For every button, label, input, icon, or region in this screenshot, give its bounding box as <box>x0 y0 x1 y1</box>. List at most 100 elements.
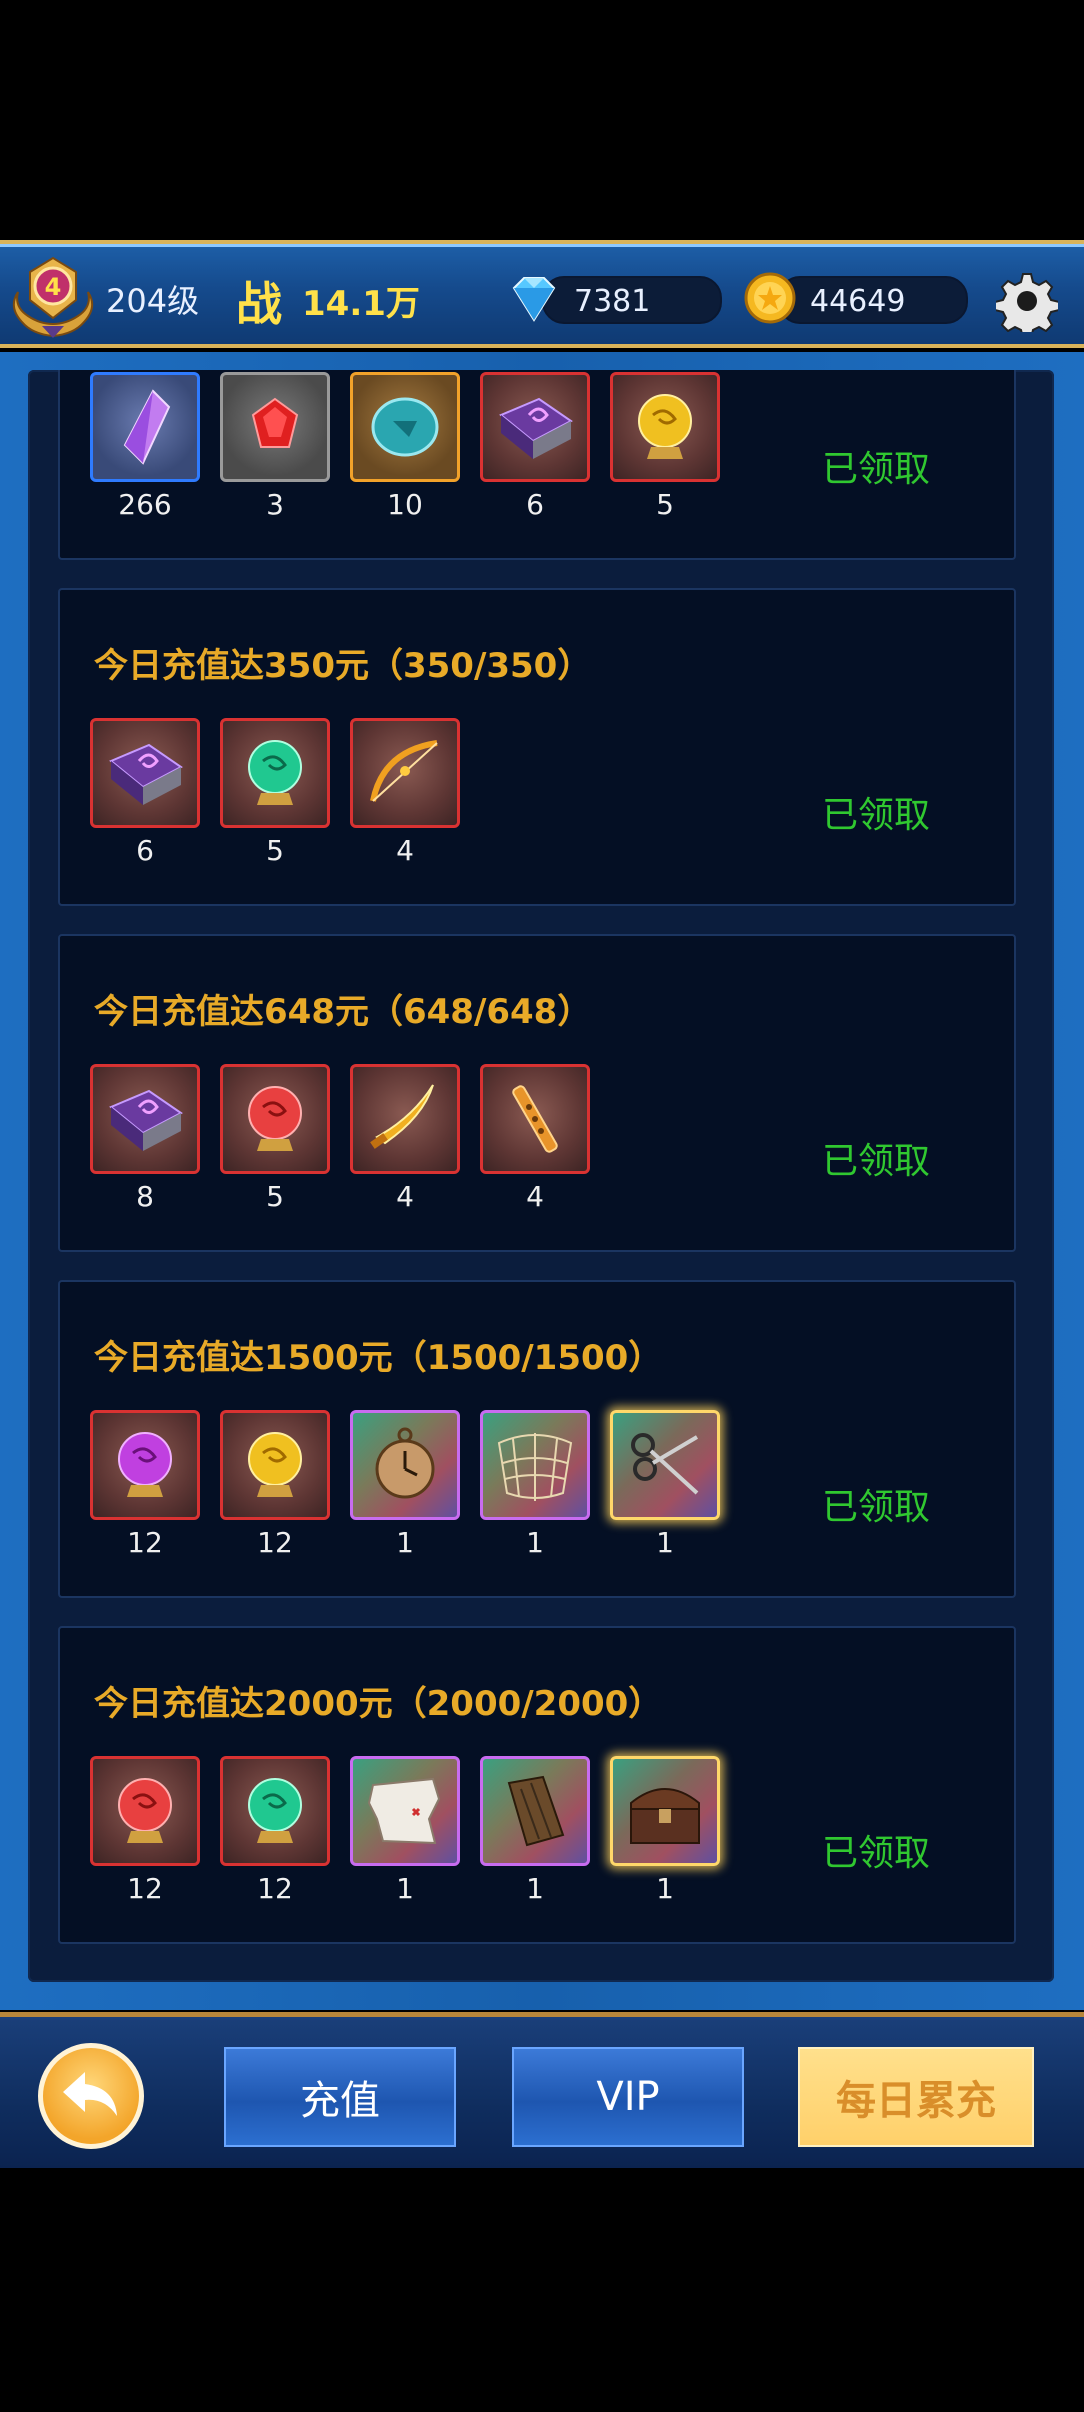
item-count: 4 <box>526 1180 544 1213</box>
item-count: 1 <box>396 1872 414 1905</box>
reward-item[interactable]: 1 <box>610 1756 720 1905</box>
reward-item[interactable]: 4 <box>350 718 460 867</box>
golden-blade-icon <box>370 1084 434 1149</box>
gold-balance[interactable]: 44649 <box>778 276 968 324</box>
reward-item[interactable]: 3 <box>220 372 330 521</box>
item-count: 3 <box>266 488 284 521</box>
tier-title: 今日充值达648元（648/648） <box>94 992 592 1032</box>
treasure-chest-icon <box>630 1788 700 1844</box>
green-orb-icon <box>248 740 302 805</box>
item-count: 1 <box>396 1526 414 1559</box>
item-count: 1 <box>526 1872 544 1905</box>
player-level: 204级 <box>106 282 200 320</box>
reward-item[interactable]: 6 <box>90 718 200 867</box>
tier-title: 今日充值达2000元（2000/2000） <box>94 1684 663 1724</box>
reward-item[interactable]: 12 <box>90 1410 200 1559</box>
item-count: 12 <box>127 1872 163 1905</box>
item-count: 5 <box>266 1180 284 1213</box>
pocket-watch-icon <box>375 1427 435 1499</box>
reward-item[interactable]: 4 <box>480 1064 590 1213</box>
map-icon <box>367 1777 441 1845</box>
item-count: 4 <box>396 1180 414 1213</box>
bow-icon <box>370 740 438 802</box>
top-status-bar: 4 204级 战 14.1万 7381 44649 <box>0 240 1084 348</box>
reward-item[interactable]: 1 <box>480 1410 590 1559</box>
combat-power-value: 14.1万 <box>302 284 420 324</box>
tier-title: 今日充值达350元（350/350） <box>94 646 592 686</box>
reward-panel-frame: 266 3 10 6 5 已领取 今日充值达350元（350/350） 6 5 … <box>0 352 1084 2010</box>
red-gem-icon <box>251 397 299 448</box>
vip-button[interactable]: VIP <box>512 2047 744 2147</box>
item-count: 266 <box>118 488 172 521</box>
purple-crystal-icon <box>123 389 171 465</box>
item-count: 1 <box>656 1872 674 1905</box>
reward-tier-card: 今日充值达1500元（1500/1500） 12 12 1 1 1 已领取 <box>58 1280 1016 1598</box>
claim-status: 已领取 <box>822 1141 931 1182</box>
reward-item[interactable]: 12 <box>220 1410 330 1559</box>
item-count: 5 <box>656 488 674 521</box>
reward-item[interactable]: 5 <box>220 718 330 867</box>
claim-status: 已领取 <box>822 1833 931 1874</box>
spell-book-icon <box>499 397 573 459</box>
daily-cumulative-recharge-tab[interactable]: 每日累充 <box>798 2047 1034 2147</box>
recharge-button[interactable]: 充值 <box>224 2047 456 2147</box>
item-count: 1 <box>526 1526 544 1559</box>
item-count: 8 <box>136 1180 154 1213</box>
diamond-balance[interactable]: 7381 <box>542 276 722 324</box>
net-icon <box>497 1433 573 1501</box>
rank-badge-icon[interactable]: 4 <box>8 252 98 340</box>
diamond-amount: 7381 <box>574 284 651 319</box>
reward-item[interactable]: 5 <box>610 372 720 521</box>
reward-item[interactable]: 1 <box>480 1756 590 1905</box>
reward-item[interactable]: 4 <box>350 1064 460 1213</box>
bottom-navigation: 充值 VIP 每日累充 <box>0 2012 1084 2168</box>
gear-icon[interactable] <box>996 270 1058 332</box>
combat-power-label: 战 <box>236 277 282 331</box>
tier-title: 今日充值达1500元（1500/1500） <box>94 1338 663 1378</box>
reward-tier-card: 今日充值达2000元（2000/2000） 12 12 1 1 1 已领取 <box>58 1626 1016 1944</box>
reward-item[interactable]: 1 <box>350 1410 460 1559</box>
red-orb-icon <box>248 1086 302 1151</box>
yellow-orb-icon <box>248 1432 302 1497</box>
flute-icon <box>512 1085 558 1153</box>
back-arrow-icon <box>63 2072 117 2116</box>
wood-plank-icon <box>507 1775 565 1847</box>
green-orb-icon <box>248 1778 302 1843</box>
diamond-icon <box>512 277 556 322</box>
reward-tier-card: 今日充值达350元（350/350） 6 5 4 已领取 <box>58 588 1016 906</box>
claim-status: 已领取 <box>822 1487 931 1528</box>
scissors-icon <box>631 1433 699 1495</box>
purple-orb-icon <box>118 1432 172 1497</box>
reward-item[interactable]: 10 <box>350 372 460 521</box>
reward-item[interactable]: 1 <box>350 1756 460 1905</box>
item-count: 10 <box>387 488 423 521</box>
jade-token-icon <box>371 397 439 457</box>
reward-item[interactable]: 6 <box>480 372 590 521</box>
spell-book-icon <box>109 1089 183 1151</box>
back-button[interactable] <box>38 2043 144 2149</box>
claim-status: 已领取 <box>822 795 931 836</box>
reward-item[interactable]: 1 <box>610 1410 720 1559</box>
svg-text:4: 4 <box>45 273 62 301</box>
reward-list[interactable]: 266 3 10 6 5 已领取 今日充值达350元（350/350） 6 5 … <box>28 370 1054 1982</box>
reward-item[interactable]: 5 <box>220 1064 330 1213</box>
gold-coin-icon <box>744 272 796 324</box>
reward-item[interactable]: 12 <box>90 1756 200 1905</box>
reward-item[interactable]: 266 <box>90 372 200 521</box>
item-count: 1 <box>656 1526 674 1559</box>
item-count: 5 <box>266 834 284 867</box>
yellow-orb-icon <box>638 394 692 459</box>
reward-item[interactable]: 12 <box>220 1756 330 1905</box>
spell-book-icon <box>109 743 183 805</box>
item-count: 6 <box>526 488 544 521</box>
red-orb-icon <box>118 1778 172 1843</box>
item-count: 12 <box>127 1526 163 1559</box>
reward-tier-card: 今日充值达648元（648/648） 8 5 4 4 已领取 <box>58 934 1016 1252</box>
item-count: 12 <box>257 1526 293 1559</box>
gold-amount: 44649 <box>810 284 906 319</box>
item-count: 4 <box>396 834 414 867</box>
claim-status: 已领取 <box>822 449 931 490</box>
reward-tier-card: 266 3 10 6 5 已领取 <box>58 370 1016 560</box>
item-count: 6 <box>136 834 154 867</box>
reward-item[interactable]: 8 <box>90 1064 200 1213</box>
